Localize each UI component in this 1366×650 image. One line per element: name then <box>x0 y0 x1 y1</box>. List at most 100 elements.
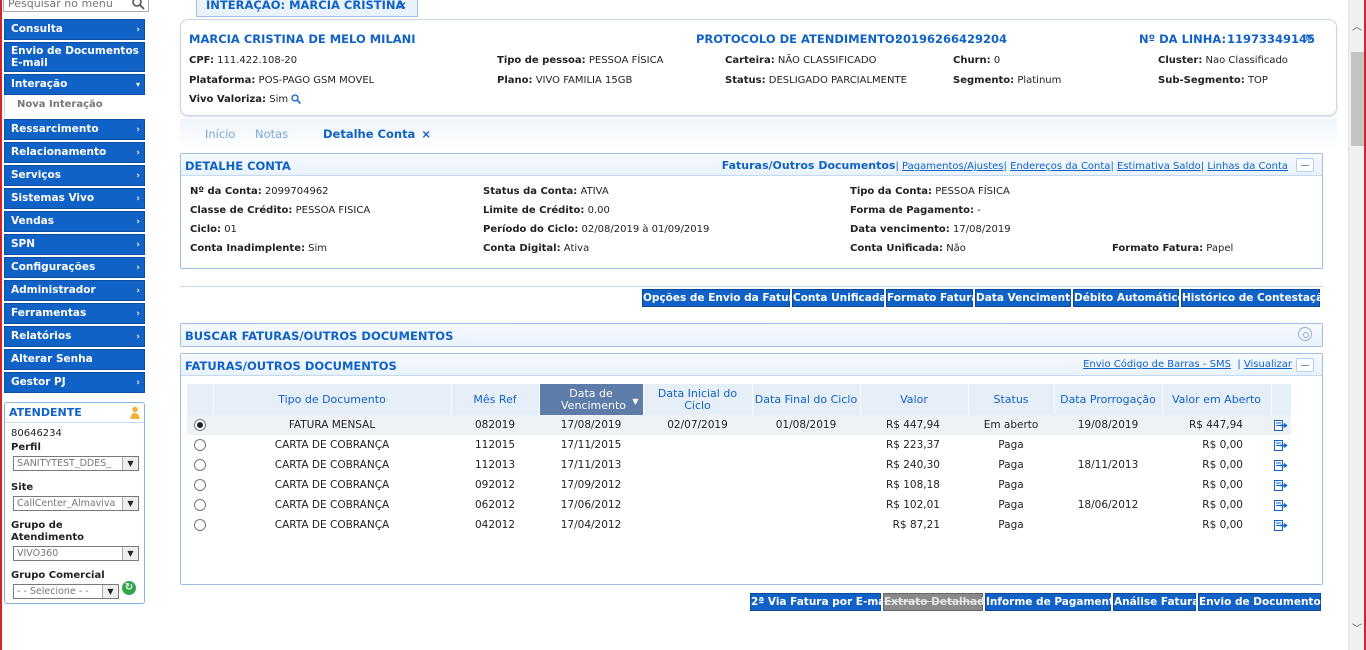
crumb-detalhe-conta[interactable]: Detalhe Conta × <box>323 127 431 141</box>
cell-valor: R$ 240,30 <box>885 459 940 471</box>
expand-icon[interactable] <box>1298 327 1312 341</box>
menu-search-input[interactable] <box>4 0 128 11</box>
segunda-via-email-button[interactable]: 2ª Via Fatura por E-mail <box>750 593 893 611</box>
col-valor-aberto[interactable]: Valor em Aberto <box>1162 384 1272 415</box>
cell-data-inicial <box>643 515 752 535</box>
link-visualizar[interactable]: Visualizar <box>1244 359 1292 370</box>
table-row[interactable]: CARTA DE COBRANÇA 112013 17/11/2013 R$ 240,… <box>187 455 1291 475</box>
menu-item-servicos[interactable]: Serviços › <box>4 165 145 186</box>
link-envio-codigo-barras[interactable]: Envio Código de Barras - SMS <box>1083 359 1231 370</box>
row-radio[interactable] <box>194 439 206 451</box>
extrato-detalhado-button[interactable]: Extrato Detalhado <box>883 593 992 611</box>
menu-item-gestor-pj[interactable]: Gestor PJ › <box>4 372 145 393</box>
col-mes-ref[interactable]: Mês Ref <box>451 384 540 415</box>
refresh-icon[interactable]: ↻ <box>1305 34 1313 44</box>
row-radio[interactable] <box>194 519 206 531</box>
link-estimativa[interactable]: Estimativa Saldo <box>1117 161 1201 172</box>
row-radio[interactable] <box>194 479 206 491</box>
cell-mes-ref: 092012 <box>474 479 516 491</box>
close-icon[interactable]: × <box>397 0 407 12</box>
menu-item-consulta[interactable]: Consulta › <box>4 19 145 40</box>
row-radio[interactable] <box>194 499 206 511</box>
export-icon[interactable] <box>1274 439 1288 451</box>
refresh-icon[interactable]: ↻ <box>122 581 136 595</box>
account-actions: Opções de Envio da Fatura Conta Unificad… <box>150 289 1330 307</box>
debito-automatico-button[interactable]: Débito Automático <box>1073 289 1185 307</box>
customer-header: MARCIA CRISTINA DE MELO MILANI PROTOCOLO… <box>189 32 1328 46</box>
scrollbar-thumb[interactable] <box>1351 52 1364 146</box>
table-row[interactable]: CARTA DE COBRANÇA 042012 17/04/2012 R$ 87,2… <box>187 515 1291 535</box>
menu-item-ressarcimento[interactable]: Ressarcimento › <box>4 119 145 140</box>
menu-search-box <box>3 0 149 12</box>
collapse-icon[interactable] <box>1296 358 1314 372</box>
tab-interacao[interactable]: INTERAÇÃO: MARCIA CRISTINA ... × <box>196 0 418 26</box>
grupo-atendimento-select[interactable]: VIVO360 ▼ <box>13 546 139 561</box>
table-row[interactable]: CARTA DE COBRANÇA 092012 17/09/2012 R$ 108,… <box>187 475 1291 495</box>
menu-item-administrador[interactable]: Administrador › <box>4 280 145 301</box>
export-icon[interactable] <box>1274 499 1288 511</box>
menu-item-alterar-senha[interactable]: Alterar Senha <box>4 349 145 370</box>
scroll-down-icon[interactable]: ﹀ <box>1352 620 1362 635</box>
row-select-cell <box>187 455 213 475</box>
menu-item-relatorios[interactable]: Relatórios › <box>4 326 145 347</box>
historico-contestacao-button[interactable]: Histórico de Contestação <box>1181 289 1330 307</box>
conta-digital-field: Conta Digital: Ativa <box>483 243 590 254</box>
crumb-notas[interactable]: Notas <box>255 127 288 141</box>
link-faturas[interactable]: Faturas/Outros Documentos <box>722 159 896 172</box>
row-action-cell <box>1271 475 1291 495</box>
link-pagamentos[interactable]: Pagamentos/Ajustes <box>902 161 1003 172</box>
crumb-inicio[interactable]: Início <box>205 127 235 141</box>
col-data-vencimento[interactable]: Data de Vencimento ▼ <box>539 384 644 415</box>
search-icon[interactable] <box>131 0 145 10</box>
menu-item-vendas[interactable]: Vendas › <box>4 211 145 232</box>
menu-item-interacao[interactable]: Interação ▾ <box>4 74 145 95</box>
link-enderecos[interactable]: Endereços da Conta <box>1010 161 1110 172</box>
collapse-icon[interactable] <box>1296 158 1314 172</box>
cell-data-inicial: 02/07/2019 <box>643 415 752 435</box>
conta-unificada-button[interactable]: Conta Unificada <box>792 289 886 307</box>
export-icon[interactable] <box>1274 419 1288 431</box>
col-valor[interactable]: Valor <box>860 384 969 415</box>
row-radio[interactable] <box>194 419 206 431</box>
zoom-icon[interactable] <box>291 94 302 105</box>
export-icon[interactable] <box>1274 479 1288 491</box>
col-data-prorrogacao[interactable]: Data Prorrogação <box>1054 384 1163 415</box>
table-row[interactable]: CARTA DE COBRANÇA 112015 17/11/2015 R$ 223,… <box>187 435 1291 455</box>
table-row[interactable]: CARTA DE COBRANÇA 062012 17/06/2012 R$ 102,… <box>187 495 1291 515</box>
scroll-up-icon[interactable]: ︿ <box>1352 18 1362 33</box>
export-icon[interactable] <box>1274 459 1288 471</box>
col-data-final[interactable]: Data Final do Ciclo <box>752 384 861 415</box>
informe-pagamento-button[interactable]: Informe de Pagamento <box>985 593 1121 611</box>
row-select-cell <box>187 415 213 435</box>
cell-prorrogacao <box>1054 515 1162 535</box>
menu-item-ferramentas[interactable]: Ferramentas › <box>4 303 145 324</box>
analise-fatura-button[interactable]: Análise Fatura <box>1113 593 1199 611</box>
cell-valor: R$ 223,37 <box>885 439 940 451</box>
row-radio[interactable] <box>194 459 206 471</box>
menu-item-envio-documentos-email[interactable]: Envio de Documentos E-mail <box>4 42 145 72</box>
cell-mes-ref: 082019 <box>451 415 539 435</box>
data-vencimento-button[interactable]: Data Vencimento <box>975 289 1077 307</box>
table-row[interactable]: FATURA MENSAL 082019 17/08/2019 02/07/2019 0… <box>187 415 1291 435</box>
grupo-comercial-select[interactable]: - - Selecione - - ▼ <box>13 584 119 599</box>
formato-fatura-button[interactable]: Formato Fatura <box>886 289 978 307</box>
col-data-inicial[interactable]: Data Inicial do Ciclo <box>643 384 753 415</box>
close-icon[interactable]: × <box>421 127 431 141</box>
col-status[interactable]: Status <box>968 384 1055 415</box>
col-tipo-documento[interactable]: Tipo de Documento <box>213 384 452 415</box>
menu-item-relacionamento[interactable]: Relacionamento › <box>4 142 145 163</box>
menu-item-spn[interactable]: SPN › <box>4 234 145 255</box>
menu-item-label: Gestor PJ <box>11 376 66 388</box>
link-linhas[interactable]: Linhas da Conta <box>1207 161 1288 172</box>
vivo-valoriza-field: Vivo Valoriza: Sim <box>189 94 302 105</box>
menu-item-sistemas-vivo[interactable]: Sistemas Vivo › <box>4 188 145 209</box>
envio-documentos-button[interactable]: Envio de Documentos <box>1198 593 1327 611</box>
chevron-down-icon: ▼ <box>122 497 138 510</box>
export-icon[interactable] <box>1274 519 1288 531</box>
site-select[interactable]: CallCenter_Almaviva ▼ <box>13 496 139 511</box>
perfil-select[interactable]: SANITYTEST_DDES_ ▼ <box>13 456 139 471</box>
submenu-item-nova-interacao[interactable]: Nova Interação <box>4 95 145 117</box>
buscar-header[interactable]: BUSCAR FATURAS/OUTROS DOCUMENTOS <box>181 324 1322 346</box>
menu-item-configuracoes[interactable]: Configurações › <box>4 257 145 278</box>
opcoes-envio-fatura-button[interactable]: Opções de Envio da Fatura <box>642 289 801 307</box>
